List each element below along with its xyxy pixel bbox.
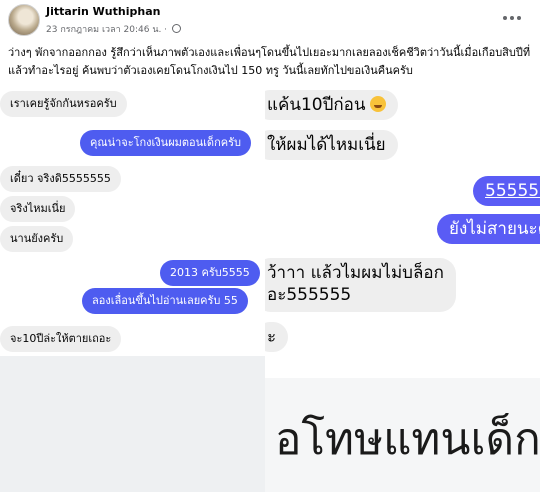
post-header: Jittarin Wuthiphan 23 กรกฎาคม เวลา 20:46…	[0, 0, 540, 40]
author-name[interactable]: Jittarin Wuthiphan	[46, 5, 160, 18]
post-image[interactable]: แค้น10ปีก่อน ให้ผมได้ไหมเนี่ย 555555 ยัง…	[0, 86, 540, 492]
dot-icon	[503, 16, 507, 20]
message-text: 555555	[485, 181, 540, 201]
message-text: คุณน่าจะโกงเงินผมตอนเด็กครับ	[90, 136, 241, 149]
message-text: ว้าาา แล้วไมผมไม่บล็อก	[267, 263, 444, 283]
timestamp-text[interactable]: 23 กรกฎาคม เวลา 20:46 น. ·	[46, 25, 167, 35]
message-text: จะ10ปีล่ะให้ตายเถอะ	[10, 332, 112, 345]
message-bubble: ยังไม่สายนะค	[437, 214, 540, 244]
chat-screenshot-left: เราเคยรู้จักกันหรอครับ คุณน่าจะโกงเงินผม…	[0, 86, 265, 356]
message-bubble: แค้น10ปีก่อน	[265, 90, 398, 120]
message-text: ลองเลื่อนขึ้นไปอ่านเลยครับ 55	[92, 294, 238, 307]
post-body-text: ว่างๆ พักจากออกกอง รู้สึกว่าเห็นภาพตัวเอ…	[8, 46, 531, 77]
message-bubble: นานยังครับ	[0, 226, 74, 252]
message-bubble: ะ	[265, 322, 289, 352]
post-timestamp[interactable]: 23 กรกฎาคม เวลา 20:46 น. ·	[46, 22, 181, 36]
dot-icon	[517, 16, 521, 20]
message-bubble: 555555	[473, 176, 540, 206]
message-bubble: จริงไหมเนี่ย	[0, 196, 76, 222]
message-bubble: จะ10ปีล่ะให้ตายเถอะ	[0, 326, 122, 352]
rofl-emoji-icon	[369, 96, 386, 112]
message-bubble: เดี๋ยว จริงดิ5555555	[0, 166, 121, 192]
globe-icon	[171, 24, 181, 33]
message-text: ให้ผมได้ไหมเนี่ย	[267, 135, 386, 155]
message-text: นานยังครับ	[10, 232, 64, 245]
message-bubble: ให้ผมได้ไหมเนี่ย	[265, 130, 398, 160]
message-text: อะ555555	[267, 285, 352, 305]
message-text: เดี๋ยว จริงดิ5555555	[10, 172, 111, 185]
message-text: แค้น10ปีก่อน	[267, 95, 366, 115]
message-text: ะ	[267, 327, 277, 347]
image-tile-blank	[0, 356, 265, 492]
message-bubble: คุณน่าจะโกงเงินผมตอนเด็กครับ	[80, 130, 251, 156]
message-bubble: ว้าาา แล้วไมผมไม่บล็อก อะ555555	[265, 258, 456, 312]
message-bubble: เราเคยรู้จักกันหรอครับ	[0, 91, 127, 117]
cropped-caption-text: อโทษแทนเด็ก	[275, 414, 540, 465]
more-options-button[interactable]	[500, 8, 524, 28]
message-bubble: 2013 ครับ5555	[160, 260, 260, 286]
message-text: ยังไม่สายนะค	[449, 219, 540, 239]
message-text: จริงไหมเนี่ย	[10, 202, 66, 215]
dot-icon	[510, 16, 514, 20]
message-text: เราเคยรู้จักกันหรอครับ	[10, 97, 117, 110]
message-text: 2013 ครับ5555	[170, 266, 250, 279]
author-avatar[interactable]	[8, 4, 40, 36]
message-bubble: ลองเลื่อนขึ้นไปอ่านเลยครับ 55	[82, 288, 248, 314]
